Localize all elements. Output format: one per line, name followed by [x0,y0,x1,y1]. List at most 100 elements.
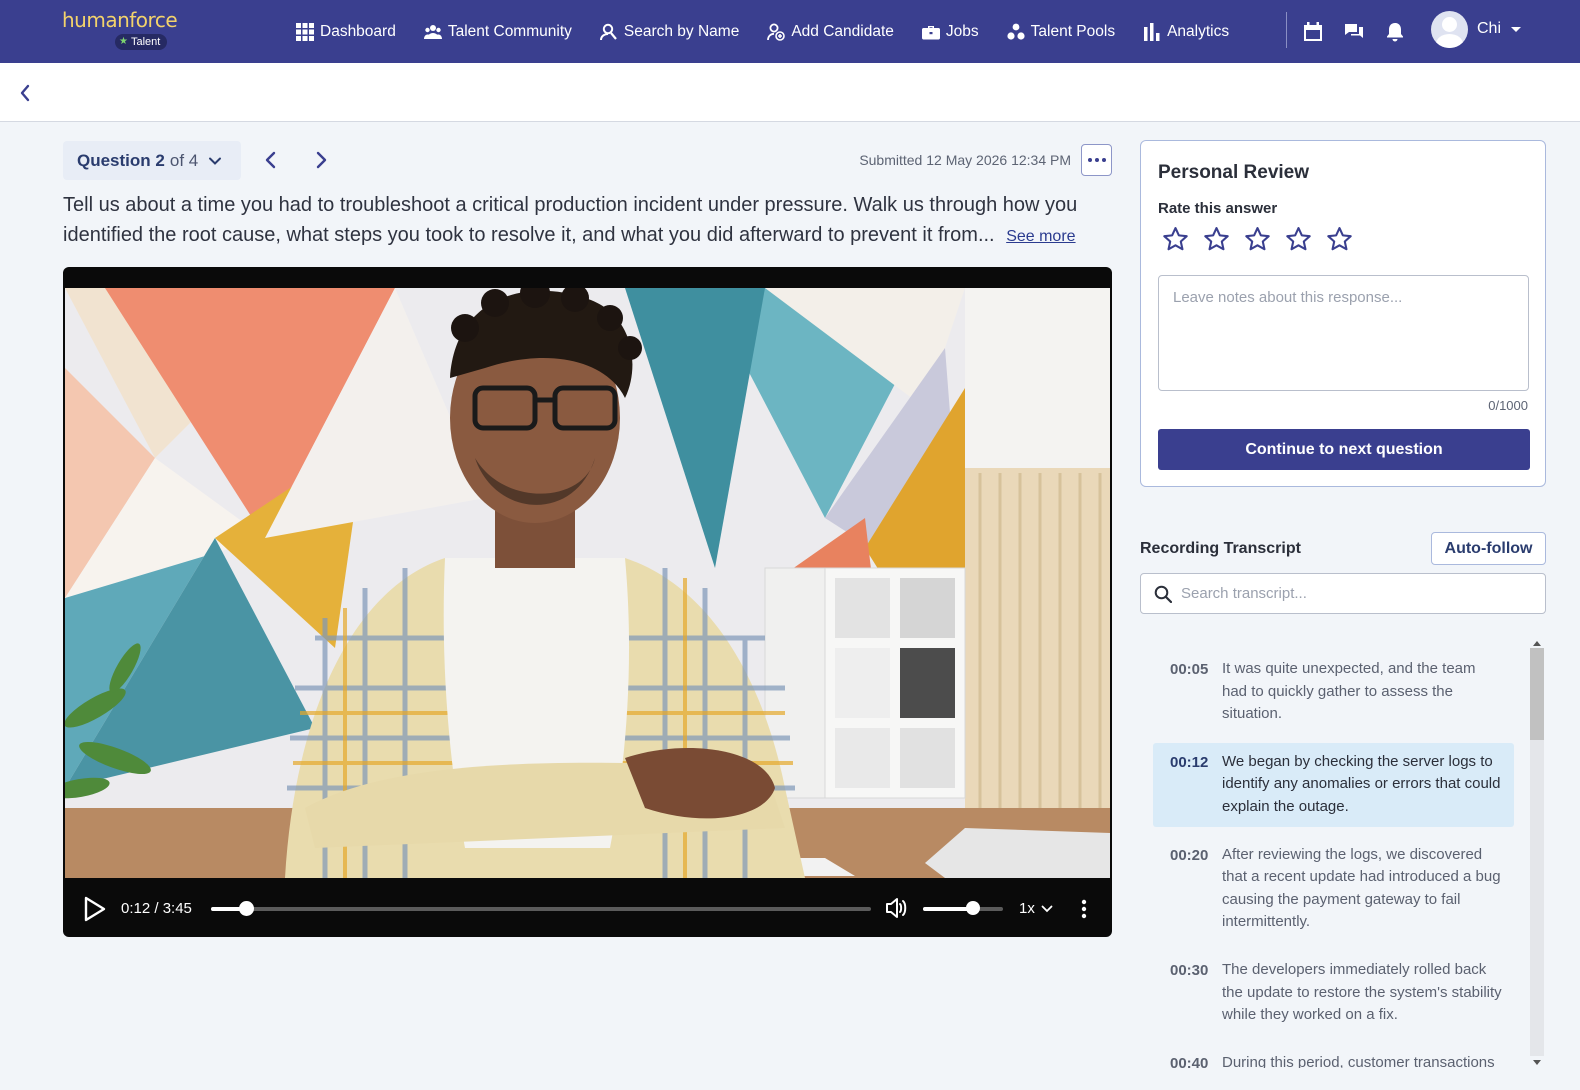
transcript-timestamp[interactable]: 00:12 [1170,751,1222,819]
calendar-icon[interactable] [1303,21,1323,42]
back-button[interactable] [12,80,38,106]
seek-handle[interactable] [238,901,254,916]
briefcase-icon [921,25,940,39]
person-add-icon [767,23,786,41]
star-5-icon[interactable] [1326,226,1353,253]
scroll-down-arrow-icon[interactable] [1533,1060,1541,1065]
top-navigation-bar: humanforce ★ Talent Dashboard Talent Com… [0,0,1580,63]
nav-dashboard[interactable]: Dashboard [296,22,396,41]
chat-icon[interactable] [1344,22,1364,42]
transcript-entry[interactable]: 00:05 It was quite unexpected, and the te… [1153,650,1514,734]
star-2-icon[interactable] [1203,226,1230,253]
star-3-icon[interactable] [1244,226,1271,253]
user-avatar[interactable] [1431,11,1468,48]
seek-bar[interactable] [211,901,871,916]
rate-label: Rate this answer [1158,200,1278,217]
pools-icon [1007,23,1025,40]
talent-badge-label: Talent [130,36,161,48]
transcript-timestamp[interactable]: 00:30 [1170,959,1222,1027]
grid-icon [296,22,314,41]
next-question-button[interactable] [309,148,333,172]
search-icon [1154,585,1172,603]
volume-slider[interactable] [923,901,1003,915]
question-label: Question [77,150,151,170]
notes-character-counter: 0/1000 [1488,398,1528,413]
transcript-text: It was quite unexpected, and the team ha… [1222,660,1476,723]
see-more-link[interactable]: See more [1006,228,1075,245]
transcript-entry[interactable]: 00:20 After reviewing the logs, we discov… [1153,836,1514,942]
question-total: of 4 [169,150,199,170]
more-dot-icon [1094,158,1099,162]
star-1-icon[interactable] [1162,226,1189,253]
bar-chart-icon [1144,22,1160,41]
continue-to-next-question-button[interactable]: Continue to next question [1158,429,1530,470]
avatar-body-shape [1436,34,1463,48]
nav-talent-community-label: Talent Community [447,22,572,40]
candidate-video-illustration [65,288,1110,878]
question-text: Tell us about a time you had to troubles… [63,190,1123,252]
candidate-video-frame[interactable] [65,288,1110,878]
transcript-timestamp[interactable]: 00:05 [1170,658,1222,726]
chevron-down-icon [209,157,222,165]
chevron-down-icon[interactable] [1511,27,1521,32]
question-selector-dropdown[interactable]: Question 2 of 4 [63,141,241,180]
nav-jobs[interactable]: Jobs [921,22,979,41]
review-notes-field[interactable] [1158,275,1529,391]
review-title: Personal Review [1158,162,1310,183]
star-4-icon[interactable] [1285,226,1312,253]
transcript-entry[interactable]: 00:30 The developers immediately rolled b… [1153,951,1514,1035]
previous-question-button[interactable] [259,148,283,172]
submitted-timestamp: Submitted 12 May 2026 12:34 PM [859,152,1071,168]
volume-button[interactable] [885,896,907,925]
talent-badge: ★ Talent [115,34,168,50]
more-dot-icon [1101,158,1106,162]
transcript-entry[interactable]: 00:40 During this period, customer transa… [1153,1044,1514,1068]
transcript-timestamp[interactable]: 00:40 [1170,1052,1222,1068]
question-body: Tell us about a time you had to troubles… [63,194,1078,246]
nav-dashboard-label: Dashboard [320,22,396,40]
chevron-right-icon [316,151,327,169]
playback-speed-selector[interactable]: 1x [1019,900,1053,917]
user-name[interactable]: Chi [1477,20,1501,38]
video-more-options-button[interactable] [1081,899,1087,924]
star-badge-icon: ★ [119,36,128,47]
volume-handle[interactable] [966,901,981,915]
play-button[interactable] [83,896,107,927]
transcript-search [1140,573,1546,614]
bell-icon[interactable] [1385,22,1405,42]
avatar-head-shape [1442,17,1457,32]
transcript-search-input[interactable] [1181,575,1531,612]
nav-talent-pools[interactable]: Talent Pools [1007,23,1115,41]
nav-analytics-label: Analytics [1167,22,1230,40]
scroll-up-arrow-icon[interactable] [1533,641,1541,646]
transcript-text: After reviewing the logs, we discovered … [1222,845,1501,931]
nav-jobs-label: Jobs [945,22,979,40]
question-number: 2 [155,150,165,170]
nav-search-by-name-label: Search by Name [623,22,740,40]
auto-follow-button[interactable]: Auto-follow [1431,532,1546,565]
scrollbar-thumb[interactable] [1530,648,1544,740]
nav-add-candidate[interactable]: Add Candidate [767,23,894,41]
transcript-timestamp[interactable]: 00:20 [1170,844,1222,934]
transcript-entry[interactable]: 00:12 We began by checking the server log… [1153,742,1514,827]
nav-utility-icons [1303,0,1405,63]
nav-talent-pools-label: Talent Pools [1030,22,1116,40]
kebab-menu-icon [1081,899,1087,919]
transcript-scrollbar[interactable] [1528,638,1546,1068]
more-options-button[interactable] [1081,144,1112,176]
video-player[interactable]: 0:12 / 3:45 1x [63,267,1112,937]
personal-review-card: Personal Review Rate this answer 0/1000 … [1140,140,1546,487]
transcript-text: During this period, customer transaction… [1222,1053,1495,1068]
main-nav: Dashboard Talent Community Search by Nam… [296,0,1257,63]
person-search-icon [599,23,617,40]
transcript-list: 00:05 It was quite unexpected, and the te… [1140,638,1528,1068]
video-controls: 0:12 / 3:45 1x [63,878,1112,937]
playback-speed-value: 1x [1019,900,1035,917]
nav-search-by-name[interactable]: Search by Name [599,22,740,41]
chevron-down-icon [1041,905,1053,912]
play-icon [84,896,106,922]
nav-add-candidate-label: Add Candidate [791,22,894,40]
nav-analytics[interactable]: Analytics [1143,22,1230,41]
nav-talent-community[interactable]: Talent Community [423,22,572,41]
humanforce-logo[interactable]: humanforce ★ Talent [62,8,182,52]
